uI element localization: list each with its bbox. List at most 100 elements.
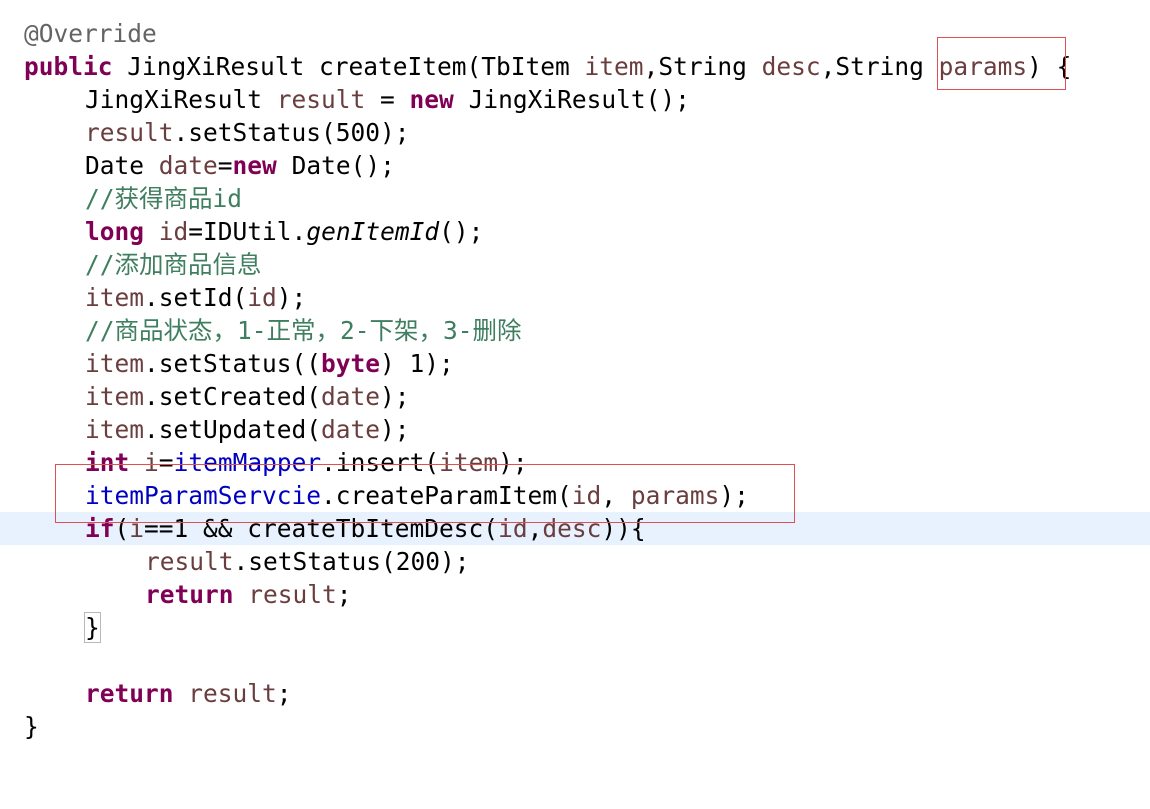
var-id: id xyxy=(158,217,189,246)
code-line-15: itemParamServcie.createParamItem(id, par… xyxy=(0,479,1150,512)
code-text: .setStatus(500); xyxy=(173,118,410,147)
code-line-17: result.setStatus(200); xyxy=(0,545,1150,578)
operator: = xyxy=(365,85,410,114)
code-text: .setStatus(( xyxy=(144,349,322,378)
code-line-3: JingXiResult result = new JingXiResult()… xyxy=(0,83,1150,116)
keyword-new: new xyxy=(232,151,277,180)
param-item: item xyxy=(584,52,644,81)
code-text: ); xyxy=(380,415,410,444)
var-date: date xyxy=(158,151,218,180)
var-item: item xyxy=(85,283,145,312)
var-id: id xyxy=(247,283,277,312)
code-text: ); xyxy=(498,448,528,477)
code-text: .setStatus(200); xyxy=(233,547,470,576)
code-text: ) 1); xyxy=(380,349,454,378)
var-item: item xyxy=(85,382,145,411)
code-line-12: item.setCreated(date); xyxy=(0,380,1150,413)
code-text: ); xyxy=(276,283,307,312)
var-params: params xyxy=(630,481,720,510)
var-id: id xyxy=(571,481,602,510)
return-type: JingXiResult xyxy=(112,52,320,81)
code-line-8: //添加商品信息 xyxy=(0,248,1150,281)
var-result: result xyxy=(188,679,277,708)
var-item: item xyxy=(85,415,145,444)
type-name: JingXiResult xyxy=(85,85,277,114)
code-text: (); xyxy=(439,217,484,246)
operator: = xyxy=(158,448,174,477)
code-line-21: return result; xyxy=(0,677,1150,710)
code-text: ; xyxy=(336,580,352,609)
keyword-return: return xyxy=(85,679,174,708)
code-text: , xyxy=(527,514,543,543)
var-i: i xyxy=(144,448,159,477)
var-result: result xyxy=(248,580,337,609)
code-text: ; xyxy=(276,679,292,708)
var-desc: desc xyxy=(542,514,602,543)
code-editor[interactable]: @Override public JingXiResult createItem… xyxy=(0,0,1150,752)
param-params: params xyxy=(938,52,1028,81)
field-itemMapper: itemMapper xyxy=(173,448,322,477)
code-line-14: int i=itemMapper.insert(item); xyxy=(0,446,1150,479)
operator: = xyxy=(217,151,233,180)
code-text: JingXiResult(); xyxy=(453,85,690,114)
keyword-if: if xyxy=(85,514,115,543)
code-line-9: item.setId(id); xyxy=(0,281,1150,314)
code-line-6: //获得商品id xyxy=(0,182,1150,215)
type-name: Date xyxy=(85,151,159,180)
code-text: ==1 && createTbItemDesc( xyxy=(144,514,499,543)
param-separator: ,String xyxy=(820,52,939,81)
code-text: =IDUtil. xyxy=(188,217,307,246)
code-text: )){ xyxy=(601,514,646,543)
code-line-22: } xyxy=(0,710,1150,743)
code-text: .insert( xyxy=(321,448,440,477)
matching-bracket: } xyxy=(84,612,101,643)
code-text: .setCreated( xyxy=(144,382,322,411)
param-separator: ,String xyxy=(643,52,762,81)
code-text: .createParamItem( xyxy=(321,481,572,510)
code-text: .setUpdated( xyxy=(144,415,322,444)
code-line-annotation: @Override xyxy=(0,17,1150,50)
closing-brace: } xyxy=(24,712,39,741)
keyword-int: int xyxy=(85,448,130,477)
code-line-4: result.setStatus(500); xyxy=(0,116,1150,149)
code-text: ( xyxy=(114,514,130,543)
code-line-5: Date date=new Date(); xyxy=(0,149,1150,182)
static-method: genItemId xyxy=(306,217,440,246)
code-text: , xyxy=(601,481,631,510)
keyword-public: public xyxy=(24,52,113,81)
keyword-new: new xyxy=(409,85,454,114)
field-itemParamServcie: itemParamServcie xyxy=(85,481,322,510)
code-text: ); xyxy=(719,481,749,510)
var-date: date xyxy=(321,415,381,444)
code-line-19: } xyxy=(0,611,1150,644)
method-name: createItem(TbItem xyxy=(319,52,585,81)
signature-close: ) { xyxy=(1027,52,1072,81)
code-line-7: long id=IDUtil.genItemId(); xyxy=(0,215,1150,248)
var-date: date xyxy=(321,382,381,411)
keyword-return: return xyxy=(145,580,234,609)
code-line-11: item.setStatus((byte) 1); xyxy=(0,347,1150,380)
var-id: id xyxy=(498,514,528,543)
code-line-13: item.setUpdated(date); xyxy=(0,413,1150,446)
comment: //添加商品信息 xyxy=(85,250,262,279)
annotation-override: @Override xyxy=(24,19,157,48)
param-desc: desc xyxy=(761,52,821,81)
keyword-byte: byte xyxy=(321,349,381,378)
code-line-method-signature: public JingXiResult createItem(TbItem it… xyxy=(0,50,1150,83)
var-result: result xyxy=(276,85,366,114)
code-line-10: //商品状态，1-正常，2-下架，3-删除 xyxy=(0,314,1150,347)
var-result: result xyxy=(85,118,174,147)
var-item: item xyxy=(439,448,499,477)
comment: //商品状态，1-正常，2-下架，3-删除 xyxy=(85,316,522,345)
code-text: ); xyxy=(380,382,410,411)
var-item: item xyxy=(85,349,145,378)
code-line-current[interactable]: if(i==1 && createTbItemDesc(id,desc)){ xyxy=(0,512,1150,545)
var-i: i xyxy=(129,514,145,543)
comment: //获得商品id xyxy=(85,184,243,213)
code-line-18: return result; xyxy=(0,578,1150,611)
code-text: Date(); xyxy=(276,151,395,180)
